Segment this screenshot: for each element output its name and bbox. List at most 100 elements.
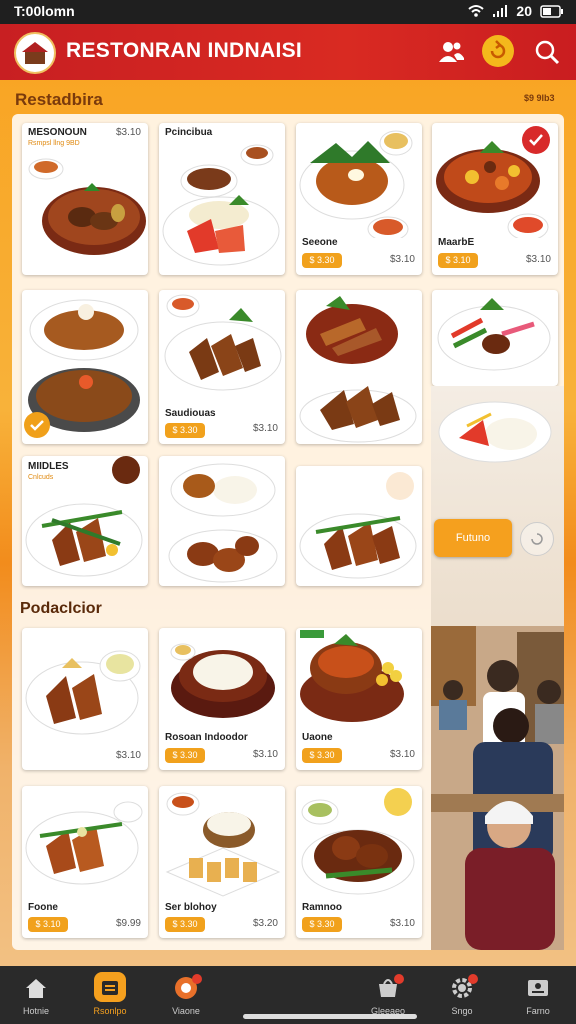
check-icon: [30, 420, 44, 431]
menu-card[interactable]: Pcincibua: [159, 123, 285, 275]
menu-card[interactable]: MIIDLES Cnlcuds: [22, 456, 148, 586]
promo-button[interactable]: Futuno: [434, 519, 512, 557]
notification-badge: [192, 974, 202, 984]
section-meta: $9 9lb3: [524, 93, 555, 103]
nav-item-promo[interactable]: Viaone: [156, 972, 216, 1018]
app-title: RESTONRAN INDNAISI: [66, 39, 303, 62]
refresh-icon: [531, 533, 543, 545]
dish-image: [168, 463, 278, 583]
nav-label: Viaone: [172, 1006, 200, 1016]
status-time: T:00lomn: [14, 3, 75, 19]
menu-card[interactable]: Foone $ 3.10 $9.99: [22, 786, 148, 938]
menu-card[interactable]: Ser blohoy $ 3.30 $3.20: [159, 786, 285, 938]
dish-name: Pcincibua: [165, 127, 213, 138]
favorite-button[interactable]: [522, 126, 550, 154]
section-title-restaurants: Restadbira: [15, 90, 103, 109]
menu-card[interactable]: MESONOUN $3.10 Rsmpsl llng 9BD: [22, 123, 148, 275]
profile-card-icon: [528, 980, 548, 996]
menu-card[interactable]: Rosoan Indoodor $ 3.30 $3.10: [159, 628, 285, 770]
nav-label: Farno: [526, 1006, 550, 1016]
menu-card[interactable]: [22, 290, 148, 444]
menu-card[interactable]: $3.10: [22, 628, 148, 770]
price-button[interactable]: $ 3.10: [28, 917, 68, 932]
battery-percent: 20: [516, 3, 532, 19]
nav-item-settings[interactable]: Sngo: [432, 972, 492, 1018]
dish-image: [299, 296, 417, 443]
dish-name: Ser blohoy: [165, 902, 217, 913]
nav-item-profile[interactable]: Farno: [508, 972, 568, 1018]
dish-image: [165, 792, 281, 897]
status-bar: T:00lomn 20: [0, 0, 576, 24]
wifi-icon: [468, 5, 485, 17]
dish-name: Saudiouas: [165, 408, 216, 419]
home-indicator[interactable]: [243, 1014, 417, 1019]
price-button[interactable]: $ 3.30: [302, 253, 342, 268]
dish-name: MESONOUN: [28, 127, 87, 138]
dish-image: [25, 456, 143, 577]
menu-card[interactable]: [432, 290, 558, 386]
price-button[interactable]: $ 3.10: [438, 253, 478, 268]
dish-image: [25, 650, 141, 735]
search-icon[interactable]: [533, 38, 561, 66]
users-icon[interactable]: [437, 38, 465, 66]
home-icon: [26, 979, 46, 998]
price-button[interactable]: $ 3.30: [302, 748, 342, 763]
price-button[interactable]: $ 3.30: [165, 423, 205, 438]
menu-card[interactable]: Uaone $ 3.30 $3.10: [296, 628, 422, 770]
battery-icon: [540, 4, 563, 18]
dish-price: $3.10: [252, 749, 278, 760]
restaurant-photo: [431, 386, 564, 950]
dish-image: [170, 643, 275, 718]
menu-card[interactable]: Ramnoo $ 3.30 $3.10: [296, 786, 422, 938]
price-button[interactable]: $ 3.30: [165, 748, 205, 763]
dish-subtitle: Rsmpsl llng 9BD: [28, 140, 80, 147]
dish-price: $3.10: [115, 750, 141, 761]
dish-name: Rosoan Indoodor: [165, 732, 248, 743]
notification-badge: [468, 974, 478, 984]
dish-price: $3.10: [389, 749, 415, 760]
menu-card[interactable]: Saudiouas $ 3.30 $3.10: [159, 290, 285, 444]
dish-price: $3.10: [525, 254, 551, 265]
dish-image: [299, 130, 413, 238]
nav-item-cart[interactable]: Gleeaeo: [358, 972, 418, 1018]
dish-price: $3.10: [389, 254, 415, 265]
promo-toggle[interactable]: [520, 522, 554, 556]
dining-scene: [431, 401, 564, 950]
dish-image: [25, 801, 143, 885]
dish-name: Seeone: [302, 237, 338, 248]
menu-card[interactable]: Seeone $ 3.30 $3.10: [296, 123, 422, 275]
nav-label: Hotnie: [22, 1006, 49, 1016]
notification-badge: [394, 974, 404, 984]
menu-card[interactable]: [159, 456, 285, 586]
restaurant-logo: [14, 32, 56, 74]
dish-image: [299, 472, 417, 579]
dish-price: $3.20: [252, 918, 278, 929]
dish-image: [301, 788, 415, 895]
menu-icon: [102, 981, 118, 995]
dish-price: $3.10: [115, 127, 141, 138]
price-button[interactable]: $ 3.30: [302, 917, 342, 932]
signal-icon: [493, 5, 508, 17]
menu-card[interactable]: [296, 290, 422, 444]
dish-price: $3.10: [252, 423, 278, 434]
nav-item-menu[interactable]: Rsonlpo: [80, 972, 140, 1018]
status-icons: 20: [468, 3, 564, 19]
refresh-button[interactable]: [482, 35, 514, 67]
dish-image: [164, 294, 282, 391]
nav-item-home[interactable]: Hotnie: [6, 972, 66, 1018]
dish-image: [162, 144, 280, 266]
dish-image: [437, 298, 551, 371]
dish-name: Ramnoo: [302, 902, 342, 913]
dish-name: MaarbE: [438, 237, 475, 248]
dish-name: Uaone: [302, 732, 333, 743]
price-button[interactable]: $ 3.30: [165, 917, 205, 932]
app-bar: RESTONRAN INDNAISI: [0, 24, 576, 80]
select-button[interactable]: [24, 412, 50, 438]
nav-label: Sngo: [451, 1006, 473, 1016]
nav-label: Rsonlpo: [93, 1006, 127, 1016]
dish-price: $3.10: [389, 918, 415, 929]
section-title-popular: Podaclcior: [20, 600, 102, 617]
menu-card[interactable]: MaarbE $ 3.10 $3.10: [432, 123, 558, 275]
dish-image: [300, 634, 404, 722]
menu-card[interactable]: [296, 466, 422, 586]
